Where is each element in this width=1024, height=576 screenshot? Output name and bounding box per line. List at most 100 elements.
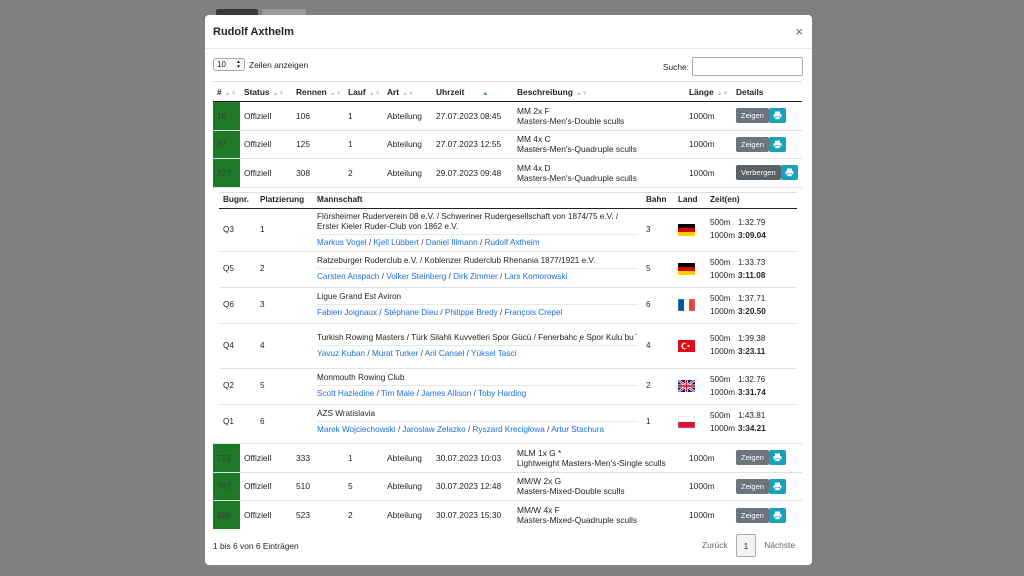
results-col-header: Bahn <box>642 191 674 209</box>
race-row: 806 Offiziell 523 2 Abteilung 30.07.2023… <box>213 500 802 529</box>
col-header-art[interactable]: Art ▲▼ <box>383 81 432 102</box>
rower-link[interactable]: Murat Turker <box>372 349 418 358</box>
rower-link[interactable]: Stéphane Dieu <box>384 308 438 317</box>
race-status: Offiziell <box>240 101 292 130</box>
toggle-details-button[interactable]: Zeigen <box>736 450 769 466</box>
rower-link[interactable]: Jaroslaw Zelazko <box>402 425 465 434</box>
print-button[interactable] <box>768 478 786 494</box>
rower-list: Markus Vogel / Kjell Lübbert / Daniel Il… <box>317 238 638 248</box>
split-time: 1:33.73 <box>738 257 766 267</box>
rower-link[interactable]: Marek Wojciechowski <box>317 425 396 434</box>
col-header-status[interactable]: Status ▲▼ <box>240 81 292 102</box>
rower-link[interactable]: Yüksel Tasci <box>471 349 516 358</box>
result-times: 500m 1:32.76 1000m 3:31.74 <box>706 367 797 404</box>
rower-link[interactable]: Yavuz Kuban <box>317 349 365 358</box>
rower-link[interactable]: Carsten Anspach <box>317 272 379 281</box>
rower-link[interactable]: Ryszard Krecigłowa <box>472 425 544 434</box>
toggle-details-button[interactable]: Zeigen <box>736 136 769 152</box>
rower-separator: / <box>438 308 445 317</box>
toggle-details-button[interactable]: Zeigen <box>736 108 769 124</box>
search-input[interactable] <box>692 57 803 76</box>
close-icon[interactable]: × <box>795 24 803 39</box>
rower-link[interactable]: Rudolf Axthelm <box>485 238 540 247</box>
rower-list: Scott Hazledine / Tim Male / James Allis… <box>317 389 638 399</box>
final-distance: 1000m <box>710 347 736 356</box>
print-button[interactable] <box>768 450 786 466</box>
results-col-header: Platzierung <box>256 191 313 209</box>
final-time: 3:09.04 <box>738 231 766 240</box>
page-length-value: 10 <box>217 60 226 69</box>
next-page-button[interactable]: Nächste <box>756 534 803 557</box>
toggle-details-button[interactable]: Zeigen <box>736 507 769 523</box>
rower-link[interactable]: Fabien Joignaux <box>317 308 377 317</box>
toggle-details-button[interactable]: Zeigen <box>736 478 769 494</box>
result-bahn: 5 <box>642 250 674 287</box>
table-controls: 10 ▲ ▼ Zeilen anzeigen Suche: <box>205 49 812 81</box>
sort-icon: ▲▼ <box>368 90 381 97</box>
col-header-lauf[interactable]: Lauf ▲▼ <box>344 81 383 102</box>
rower-link[interactable]: Daniel Illmann <box>426 238 478 247</box>
rower-list: Carsten Anspach / Volker Steinberg / Dir… <box>317 272 638 282</box>
rower-link[interactable]: Philippe Bredy <box>445 308 498 317</box>
rower-link[interactable]: Lars Komorowski <box>505 272 568 281</box>
final-time: 3:20.50 <box>738 306 766 316</box>
prev-page-button[interactable]: Zurück <box>694 534 736 557</box>
result-land <box>674 322 706 368</box>
rower-link[interactable]: James Allison <box>421 389 471 398</box>
col-header-beschreibung[interactable]: Beschreibung ▲▼ <box>513 81 685 102</box>
race-code: MM/W 2x G <box>517 476 562 487</box>
race-art: Abteilung <box>383 500 432 529</box>
final-distance: 1000m <box>710 387 736 397</box>
result-team: Turkish Rowing Masters / Türk Silahli Ku… <box>313 322 642 368</box>
race-details: Zeigen <box>732 471 802 501</box>
race-uhrzeit: 30.07.2023 10:03 <box>432 443 513 472</box>
rower-link[interactable]: Kjell Lübbert <box>373 238 419 247</box>
print-button[interactable] <box>780 165 798 181</box>
rower-link[interactable]: François Crepel <box>505 308 563 317</box>
toggle-details-button[interactable]: Verbergen <box>736 165 781 181</box>
race-details: Zeigen <box>732 443 802 472</box>
rower-link[interactable]: Markus Vogel <box>317 238 367 247</box>
race-number: 16 <box>213 101 240 130</box>
crew-name: AZS Wratislavia <box>317 409 638 423</box>
split-time: 1:32.76 <box>738 374 766 384</box>
rower-link[interactable]: Volker Steinberg <box>386 272 446 281</box>
rower-link[interactable]: Aril Cansel <box>425 349 465 358</box>
col-header-laenge[interactable]: Länge ▲▼ <box>685 81 732 102</box>
rower-link[interactable]: Artur Stachura <box>551 425 604 434</box>
race-art: Abteilung <box>383 129 432 159</box>
print-button[interactable] <box>768 136 786 152</box>
race-length: 1000m <box>685 101 732 130</box>
result-team: Ligue Grand Est Aviron Fabien Joignaux /… <box>313 286 642 323</box>
race-description: MLM 1x G * Lightweight Masters-Men's-Sin… <box>513 443 685 472</box>
race-class: Lightweight Masters-Men's-Single sculls <box>517 457 666 468</box>
results-table: Bugnr. Platzierung Mannschaft Bahn Land Zeit(… <box>219 191 797 440</box>
split-time: 1:39.38 <box>738 334 766 343</box>
rower-link[interactable]: Tim Male <box>381 389 414 398</box>
result-land <box>674 250 706 287</box>
page-1-button[interactable]: 1 <box>735 534 757 557</box>
page-length-select[interactable]: 10 ▲ ▼ <box>213 58 245 71</box>
col-header-rennen[interactable]: Rennen ▲▼ <box>292 81 344 102</box>
rower-link[interactable]: Dirk Zimmer <box>453 272 498 281</box>
print-button[interactable] <box>768 507 786 523</box>
sort-icon: ▲▼ <box>272 90 285 97</box>
rower-list: Marek Wojciechowski / Jaroslaw Zelazko /… <box>317 425 638 435</box>
result-row: Q3 1 Flörsheimer Ruderverein 08 e.V. / S… <box>219 207 797 251</box>
print-button[interactable] <box>768 108 786 124</box>
gb-flag-icon <box>678 380 695 392</box>
race-rennen: 333 <box>292 443 344 472</box>
rower-link[interactable]: Scott Hazledine <box>317 389 374 398</box>
col-header-uhrzeit[interactable]: Uhrzeit ▲ <box>432 81 513 102</box>
col-header-num[interactable]: # ▲▼ <box>213 81 240 102</box>
race-art: Abteilung <box>383 471 432 501</box>
race-class: Masters-Men's-Quadruple sculls <box>517 172 637 183</box>
result-row: Q2 5 Monmouth Rowing Club Scott Hazledin… <box>219 367 797 404</box>
race-status: Offiziell <box>240 158 292 187</box>
race-status: Offiziell <box>240 443 292 472</box>
select-arrows-icon: ▲ ▼ <box>236 58 241 70</box>
split-time: 1:37.71 <box>738 293 766 303</box>
page-length-label: Zeilen anzeigen <box>249 59 309 70</box>
de-flag-icon <box>678 223 695 236</box>
rower-link[interactable]: Toby Harding <box>478 389 526 398</box>
